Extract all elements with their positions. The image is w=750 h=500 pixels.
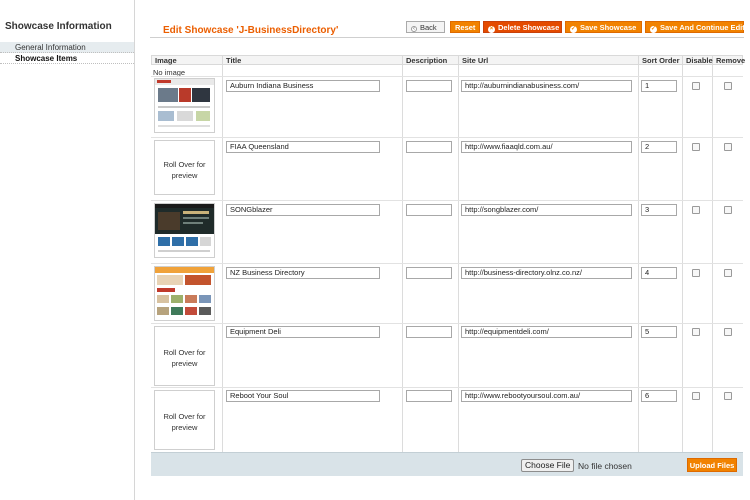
- remove-checkbox[interactable]: [724, 269, 732, 277]
- row-divider: [151, 200, 743, 201]
- site-url-input[interactable]: http://auburnindianabusiness.com/: [461, 80, 632, 92]
- disable-checkbox[interactable]: [692, 392, 700, 400]
- disable-checkbox[interactable]: [692, 269, 700, 277]
- title-input[interactable]: FIAA Queensland: [226, 141, 380, 153]
- sidebar: Showcase Information General Information…: [0, 0, 135, 500]
- delete-showcase-button[interactable]: × Delete Showcase: [483, 21, 562, 33]
- tab-showcase-items[interactable]: Showcase Items: [0, 53, 134, 64]
- site-url-input[interactable]: http://business-directory.olnz.co.nz/: [461, 267, 632, 279]
- column-header-image: Image: [152, 56, 223, 66]
- back-button[interactable]: ‹ Back: [406, 21, 445, 33]
- disable-checkbox[interactable]: [692, 82, 700, 90]
- image-placeholder[interactable]: Roll Over for preview: [154, 326, 215, 386]
- thumbnail-image-songblazer[interactable]: [154, 203, 215, 258]
- sort-order-input[interactable]: 1: [641, 80, 677, 92]
- grid-header: Image Title Description Site Url Sort Or…: [151, 55, 746, 66]
- row-divider: [151, 263, 743, 264]
- site-url-input[interactable]: http://www.rebootyoursoul.com.au/: [461, 390, 632, 402]
- site-url-input[interactable]: http://equipmentdeli.com/: [461, 326, 632, 338]
- delete-button-label: Delete Showcase: [498, 23, 560, 32]
- description-input[interactable]: [406, 267, 452, 279]
- reset-button[interactable]: Reset: [450, 21, 480, 33]
- description-input[interactable]: [406, 326, 452, 338]
- save-continue-button[interactable]: ✓ Save And Continue Edit: [645, 21, 745, 33]
- column-header-sort-order: Sort Order: [639, 56, 683, 66]
- sort-order-input[interactable]: 6: [641, 390, 677, 402]
- back-arrow-icon: ‹: [411, 26, 417, 32]
- tab-general-information[interactable]: General Information: [0, 42, 134, 53]
- column-header-title: Title: [223, 56, 403, 66]
- site-url-input[interactable]: http://songblazer.com/: [461, 204, 632, 216]
- description-input[interactable]: [406, 141, 452, 153]
- sidebar-title: Showcase Information: [5, 21, 112, 32]
- sidebar-tabs: General Information Showcase Items: [0, 42, 134, 64]
- remove-checkbox[interactable]: [724, 143, 732, 151]
- remove-checkbox[interactable]: [724, 328, 732, 336]
- row-divider: [151, 76, 743, 77]
- description-input[interactable]: [406, 204, 452, 216]
- upload-files-button[interactable]: Upload Files: [687, 458, 737, 472]
- column-header-remove: Remove: [716, 56, 746, 65]
- sort-order-input[interactable]: 5: [641, 326, 677, 338]
- description-input[interactable]: [406, 390, 452, 402]
- row-divider: [151, 137, 743, 138]
- disable-checkbox[interactable]: [692, 206, 700, 214]
- image-placeholder[interactable]: Roll Over for preview: [154, 390, 215, 450]
- check-icon: ✓: [650, 26, 657, 33]
- upload-footer: Choose File No file chosen Upload Files: [151, 452, 743, 476]
- disable-checkbox[interactable]: [692, 328, 700, 336]
- disable-checkbox[interactable]: [692, 143, 700, 151]
- column-header-disable: Disable: [683, 56, 713, 66]
- sort-order-input[interactable]: 2: [641, 141, 677, 153]
- remove-checkbox[interactable]: [724, 206, 732, 214]
- column-header-site-url: Site Url: [459, 56, 639, 66]
- site-url-input[interactable]: http://www.fiaaqld.com.au/: [461, 141, 632, 153]
- sort-order-input[interactable]: 4: [641, 267, 677, 279]
- title-input[interactable]: Equipment Deli: [226, 326, 380, 338]
- description-input[interactable]: [406, 80, 452, 92]
- column-divider: [682, 65, 683, 452]
- row-divider: [151, 387, 743, 388]
- title-divider: [150, 37, 744, 38]
- save-showcase-button[interactable]: ✓ Save Showcase: [565, 21, 642, 33]
- save-button-label: Save Showcase: [580, 23, 637, 32]
- save-continue-label: Save And Continue Edit: [660, 23, 745, 32]
- rollover-preview-text: Roll Over for preview: [163, 160, 206, 180]
- rollover-preview-text: Roll Over for preview: [163, 412, 206, 432]
- sort-order-input[interactable]: 3: [641, 204, 677, 216]
- thumbnail-image-auburn[interactable]: [154, 78, 215, 133]
- thumbnail-image-nz-business[interactable]: [154, 266, 215, 321]
- rollover-preview-text: Roll Over for preview: [163, 348, 206, 368]
- no-file-chosen-label: No file chosen: [578, 461, 632, 471]
- remove-checkbox[interactable]: [724, 82, 732, 90]
- title-input[interactable]: Reboot Your Soul: [226, 390, 380, 402]
- title-input[interactable]: SONGblazer: [226, 204, 380, 216]
- title-input[interactable]: NZ Business Directory: [226, 267, 380, 279]
- column-header-description: Description: [403, 56, 459, 66]
- choose-file-button[interactable]: Choose File: [521, 459, 575, 472]
- delete-icon: ×: [488, 26, 495, 33]
- check-icon: ✓: [570, 26, 577, 33]
- column-divider: [712, 65, 713, 452]
- page-title: Edit Showcase 'J-BusinessDirectory': [163, 25, 339, 36]
- image-placeholder[interactable]: Roll Over for preview: [154, 140, 215, 195]
- reset-button-label: Reset: [455, 23, 476, 32]
- column-divider: [458, 65, 459, 452]
- column-divider: [222, 65, 223, 452]
- column-divider: [402, 65, 403, 452]
- back-button-label: Back: [420, 23, 437, 32]
- row-divider: [151, 323, 743, 324]
- remove-checkbox[interactable]: [724, 392, 732, 400]
- column-divider: [638, 65, 639, 452]
- title-input[interactable]: Auburn Indiana Business: [226, 80, 380, 92]
- showcase-items-grid: Image Title Description Site Url Sort Or…: [151, 55, 746, 476]
